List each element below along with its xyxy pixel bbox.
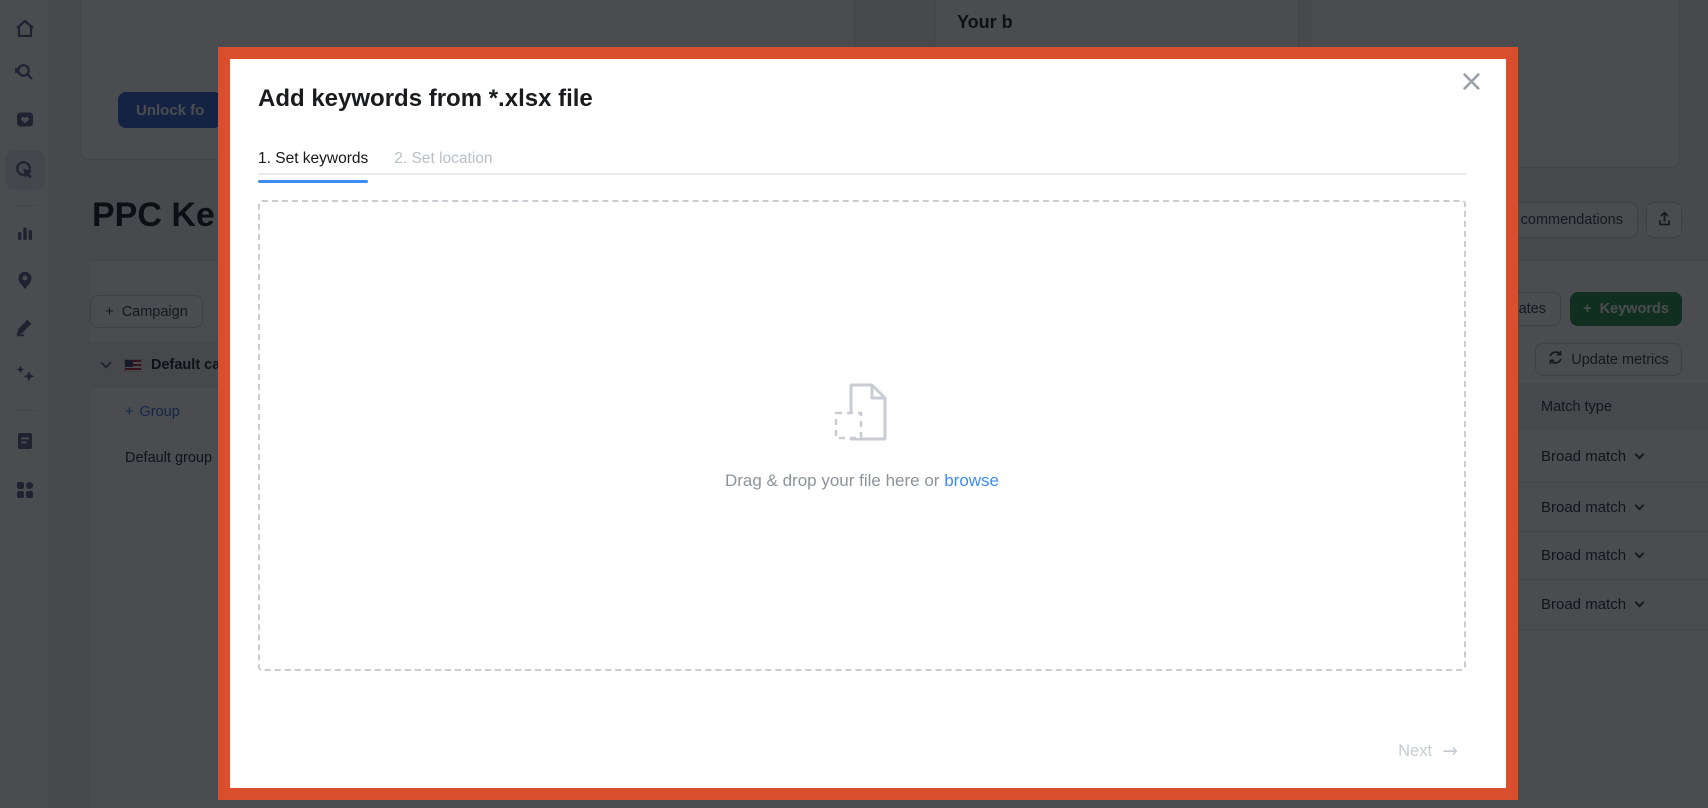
tab-set-location[interactable]: 2. Set location bbox=[394, 150, 492, 182]
tab-set-keywords[interactable]: 1. Set keywords bbox=[258, 150, 369, 183]
modal-title: Add keywords from *.xlsx file bbox=[258, 85, 593, 112]
close-icon[interactable]: × bbox=[1459, 67, 1484, 97]
tabs-baseline bbox=[258, 173, 1466, 175]
add-keywords-modal: Add keywords from *.xlsx file × 1. Set k… bbox=[230, 59, 1506, 788]
dropzone-text: Drag & drop your file here or browse bbox=[724, 471, 1000, 490]
file-upload-icon bbox=[833, 380, 891, 449]
arrow-right-icon: → bbox=[1442, 740, 1458, 762]
modal-highlight-frame: Add keywords from *.xlsx file × 1. Set k… bbox=[218, 47, 1518, 800]
modal-tabs: 1. Set keywords 2. Set location bbox=[258, 150, 493, 183]
next-button[interactable]: Next → bbox=[1398, 740, 1458, 762]
file-dropzone[interactable]: Drag & drop your file here or browse bbox=[258, 200, 1466, 671]
browse-link[interactable]: browse bbox=[944, 471, 999, 490]
